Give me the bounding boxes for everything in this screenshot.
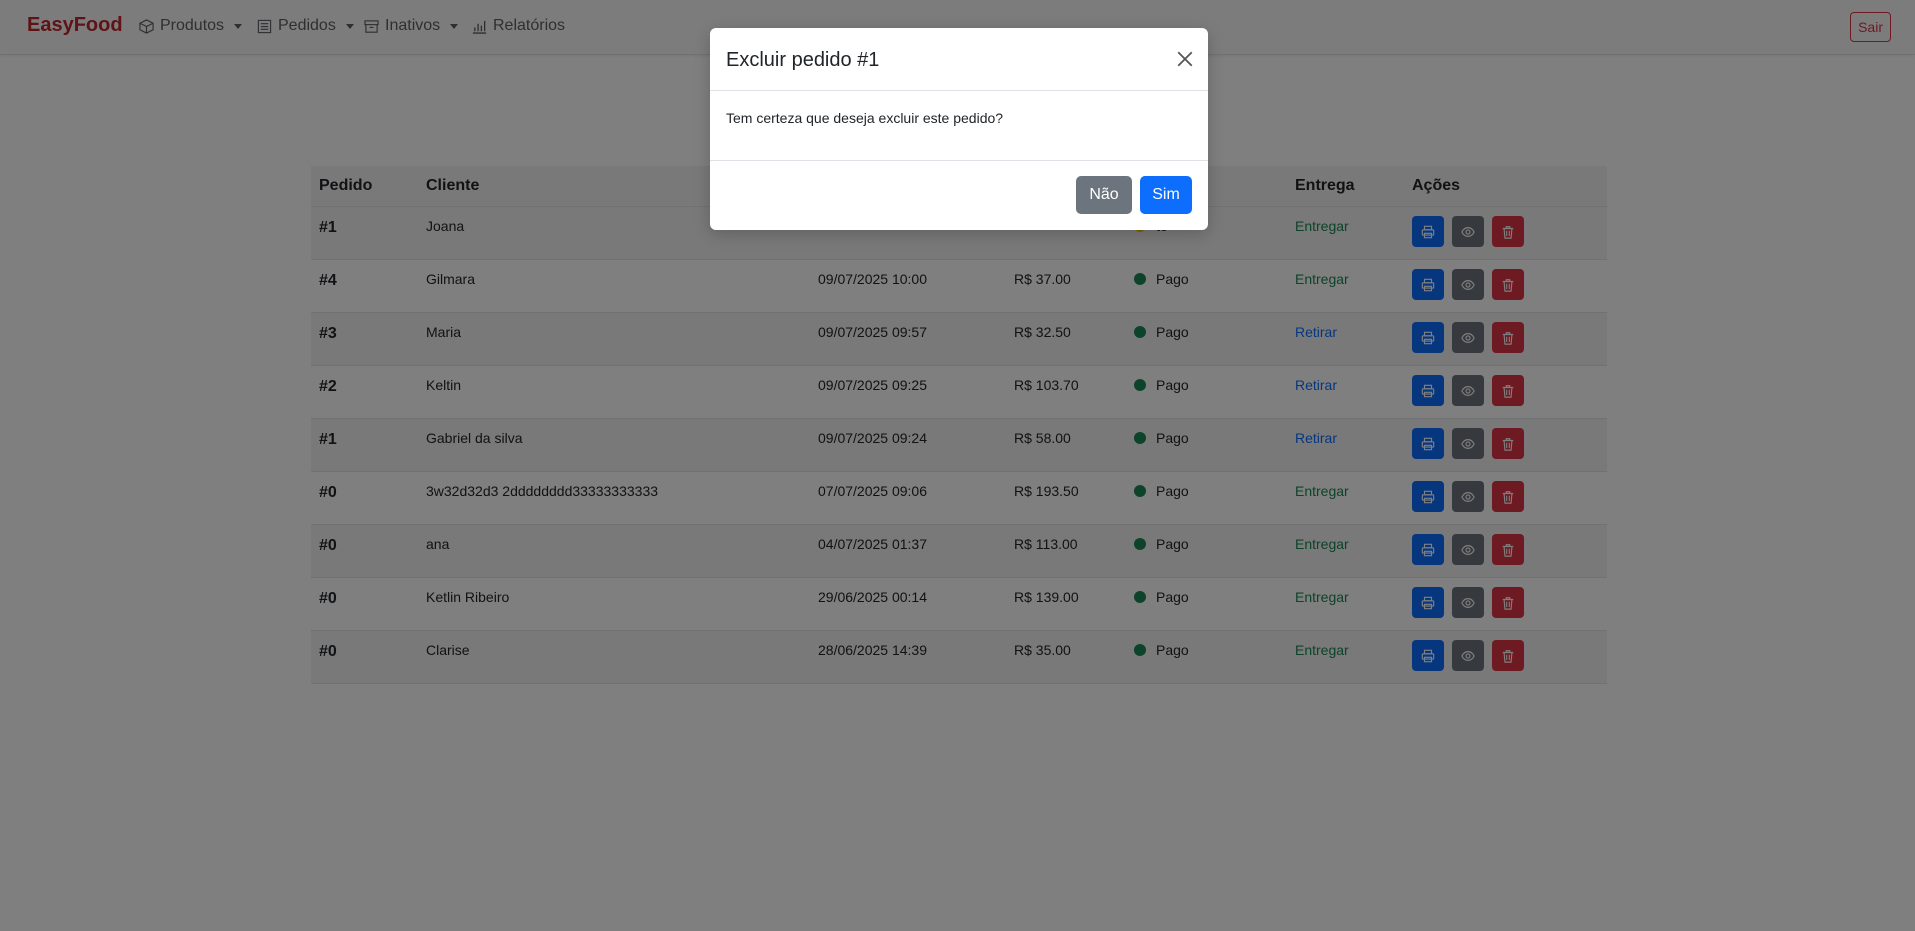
modal-message: Tem certeza que deseja excluir este pedi…	[726, 110, 1004, 126]
no-button[interactable]: Não	[1076, 176, 1132, 214]
modal-header: Excluir pedido #1	[710, 28, 1208, 91]
modal-title: Excluir pedido #1	[726, 49, 880, 71]
modal-body: Tem certeza que deseja excluir este pedi…	[710, 91, 1208, 161]
modal-footer: Não Sim	[710, 161, 1208, 231]
yes-button[interactable]: Sim	[1140, 176, 1192, 214]
delete-order-modal: Excluir pedido #1 Tem certeza que deseja…	[710, 28, 1208, 230]
close-icon[interactable]	[1176, 50, 1194, 68]
